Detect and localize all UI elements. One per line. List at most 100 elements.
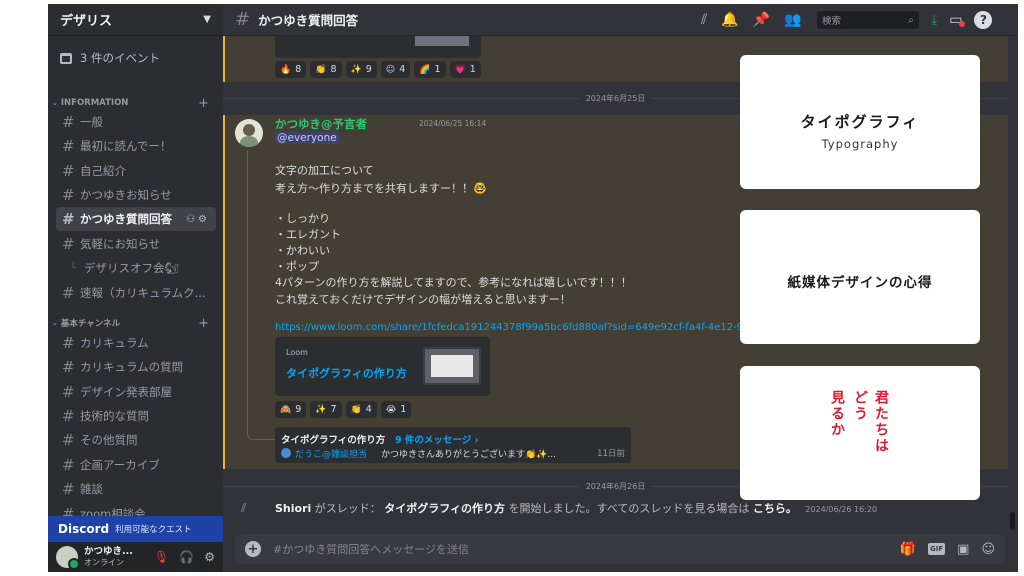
reaction-emoji: 💗: [454, 64, 466, 75]
channel-intro[interactable]: # 自己紹介: [56, 159, 216, 183]
headphones-icon[interactable]: 🎧: [179, 550, 194, 564]
inbox-icon[interactable]: ▭: [949, 12, 966, 28]
reaction-count: 7: [330, 404, 337, 415]
category-basic[interactable]: ⌄ 基本チャンネル +: [48, 315, 223, 331]
system-text: がスレッド：: [314, 502, 381, 515]
reaction-emoji: ✨: [315, 404, 327, 415]
thread-preview[interactable]: タイポグラフィの作り方 9 件のメッセージ › だうこ@雑談担当 かつゆきさんあ…: [275, 427, 631, 463]
channel-qa-active[interactable]: # かつゆき質問回答 ⚇⚙: [56, 207, 216, 231]
previous-embed[interactable]: [275, 36, 481, 58]
message-line: ・ポップ: [275, 260, 319, 273]
add-channel-icon[interactable]: +: [198, 96, 209, 111]
avatar[interactable]: [56, 546, 80, 570]
hash-icon: #: [62, 456, 75, 474]
channel-casual-news[interactable]: # 気軽にお知らせ: [56, 232, 216, 256]
user-info[interactable]: かつゆき... オンライン: [84, 546, 146, 568]
user-status: オンライン: [84, 558, 124, 567]
loom-link[interactable]: https://www.loom.com/share/1fcfedca19124…: [275, 322, 743, 333]
message-line: ・しっかり: [275, 212, 330, 225]
plus-icon[interactable]: +: [245, 541, 261, 557]
system-message: Shiori がスレッド： タイポグラフィの作り方 を開始しました。すべてのスレ…: [275, 500, 877, 516]
threads-icon[interactable]: ⫽: [701, 12, 707, 28]
reaction-emoji: ✨: [350, 64, 362, 75]
channel-title: かつゆき質問回答: [258, 13, 359, 28]
help-icon[interactable]: ?: [974, 11, 993, 29]
channel-settings-icon[interactable]: ⚇⚙: [186, 214, 210, 225]
reaction-chip[interactable]: ✨ 7: [310, 401, 342, 418]
link-embed[interactable]: Loom タイポグラフィの作り方: [275, 337, 490, 396]
gift-icon[interactable]: 🎁: [900, 542, 916, 557]
gear-icon[interactable]: ⚙: [204, 550, 215, 564]
category-information[interactable]: ⌄ INFORMATION +: [48, 95, 223, 111]
channel-read-first[interactable]: # 最初に読んでー！: [56, 134, 216, 158]
sticker-icon[interactable]: ▣: [957, 542, 969, 557]
channel-technical-questions[interactable]: # 技術的な質問: [56, 404, 216, 428]
emoji-icon[interactable]: ☺: [981, 542, 995, 557]
header-right-icons: ⤓ ▭ ?: [931, 4, 993, 36]
system-see-all-link[interactable]: こちら。: [753, 502, 797, 515]
reaction-chip[interactable]: 🔥 8: [275, 61, 307, 78]
channel-chat[interactable]: # 雑談: [56, 477, 216, 501]
channel-general[interactable]: # 一般: [56, 110, 216, 134]
discord-logo: Discord: [58, 522, 110, 536]
system-user[interactable]: Shiori: [275, 502, 311, 515]
reaction-chip[interactable]: ✨ 9: [345, 61, 377, 78]
thread-message-count[interactable]: 9 件のメッセージ ›: [395, 432, 478, 446]
server-header[interactable]: デザリス ▼: [48, 4, 223, 36]
hash-icon: #: [62, 137, 75, 155]
channel-announcements[interactable]: # かつゆきお知らせ: [56, 183, 216, 207]
channel-label: かつゆき質問回答: [80, 212, 172, 226]
reaction-chip[interactable]: ☺ 4: [380, 61, 411, 78]
channel-other-questions[interactable]: # その他質問: [56, 428, 216, 452]
message-author[interactable]: かつゆき@予言者: [275, 116, 367, 132]
reaction-chip[interactable]: 🙈 9: [275, 401, 307, 418]
members-icon[interactable]: 👥: [784, 12, 801, 28]
reaction-emoji: 👏: [350, 404, 362, 415]
hash-icon: #: [62, 407, 75, 425]
message-composer[interactable]: + #かつゆき質問回答へメッセージを送信 🎁 GIF ▣ ☺: [235, 534, 1005, 564]
hash-icon: #: [62, 284, 75, 302]
date-label: 2024年6月25日: [585, 93, 646, 103]
quest-banner-text: 利用可能なクエスト: [115, 525, 192, 535]
bell-icon[interactable]: 🔔: [721, 12, 738, 28]
reaction-emoji: 🙈: [280, 404, 292, 415]
hash-icon: #: [62, 162, 75, 180]
download-icon[interactable]: ⤓: [931, 12, 937, 28]
quest-banner[interactable]: Discord 利用可能なクエスト: [48, 516, 223, 542]
reaction-chip[interactable]: 👏 8: [310, 61, 342, 78]
gif-icon[interactable]: GIF: [928, 543, 946, 555]
everyone-mention[interactable]: @everyone: [275, 132, 339, 144]
events-link[interactable]: 3 件のイベント: [56, 46, 216, 70]
reaction-chip[interactable]: 👏 4: [345, 401, 377, 418]
avatar[interactable]: [235, 119, 263, 147]
print-design-card: 紙媒体デザインの心得: [740, 210, 980, 344]
embed-title[interactable]: タイポグラフィの作り方: [286, 365, 407, 381]
thread-offkai[interactable]: └ デザリスオフ会🐿: [56, 256, 216, 280]
pin-icon[interactable]: 📌: [753, 12, 770, 28]
channel-curriculum[interactable]: # カリキュラム: [56, 331, 216, 355]
search-input[interactable]: 検索 ⌕: [817, 11, 919, 29]
add-channel-icon[interactable]: +: [198, 316, 209, 331]
reaction-emoji: ☺: [385, 64, 396, 75]
vertical-text-card: 君たちは どう 見るか: [740, 366, 980, 500]
reaction-chip[interactable]: 💗 1: [449, 61, 481, 78]
embed-thumbnail[interactable]: [423, 347, 481, 385]
thread-icon: ⫽: [241, 501, 247, 515]
reaction-count: 1: [469, 64, 476, 75]
scrollbar[interactable]: [1010, 512, 1015, 530]
system-thread-name[interactable]: タイポグラフィの作り方: [384, 502, 505, 515]
channel-label: かつゆきお知らせ: [80, 188, 172, 202]
reaction-count: 9: [295, 404, 302, 415]
embed-thumbnail: [415, 36, 469, 46]
username: かつゆき...: [84, 546, 133, 557]
reaction-chip[interactable]: 😭 1: [380, 401, 412, 418]
channel-plan-archive[interactable]: # 企画アーカイブ: [56, 453, 216, 477]
reaction-chip[interactable]: 🌈 1: [414, 61, 446, 78]
system-text: を開始しました。すべてのスレッドを見る場合は: [508, 502, 750, 515]
mic-muted-icon[interactable]: 🎙: [154, 550, 169, 564]
channel-design-showcase[interactable]: # デザイン発表部屋: [56, 380, 216, 404]
channel-curriculum-questions[interactable]: # カリキュラムの質問: [56, 355, 216, 379]
category-label: 基本チャンネル: [60, 319, 121, 329]
channel-breaking[interactable]: # 速報（カリキュラムク...: [56, 281, 216, 305]
hash-icon: #: [62, 358, 75, 376]
